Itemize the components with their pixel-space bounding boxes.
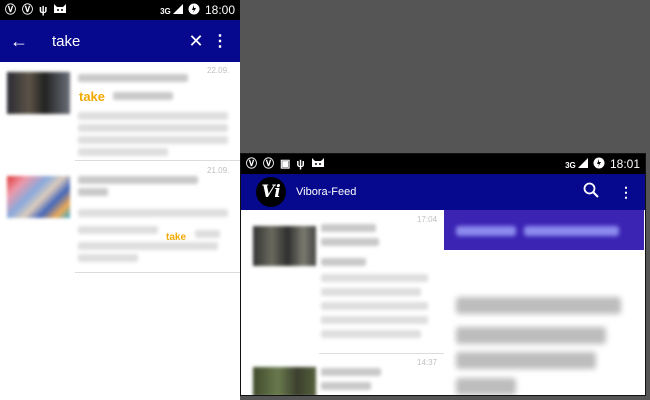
blurred-text [321,330,421,338]
more-vert-icon[interactable]: ⋮ [619,184,633,201]
usb-icon: ψ [296,157,305,170]
search-result-item[interactable]: 22.09. take [0,62,240,162]
blurred-text [195,230,220,238]
usb-icon: ψ [39,3,48,16]
more-vert-icon[interactable]: ⋮ [210,31,230,51]
status-bar: Ⓥ Ⓥ ψ 3G 18:00 [0,0,240,20]
blurred-text [78,74,188,82]
blurred-text [321,274,428,282]
blurred-text [321,238,379,246]
cat-icon [53,3,67,17]
signal-icon: 3G [565,158,588,170]
network-type: 3G [160,7,171,16]
status-time: 18:01 [609,157,640,171]
vibora-notification-icon: Ⓥ [5,3,16,16]
blurred-text [78,188,108,196]
blurred-text [78,254,138,262]
blurred-text [78,226,158,234]
right-phone-screen: Ⓥ Ⓥ ▣ ψ 3G 18:01 Vi Vibora-Feed ⋮ 17:04 [240,153,646,396]
back-arrow-icon[interactable]: ← [10,31,40,52]
blurred-text [321,224,376,232]
blurred-text [78,112,228,120]
blurred-text [321,382,371,390]
result-thumbnail [7,176,70,218]
vibora-notification-icon: Ⓥ [22,3,33,16]
status-bar: Ⓥ Ⓥ ▣ ψ 3G 18:01 [241,154,645,174]
feed-item-time: 17:04 [417,215,438,224]
blurred-text [321,288,421,296]
result-thumbnail [7,72,70,114]
blurred-text [78,136,228,144]
status-time: 18:00 [204,3,235,17]
blurred-text [78,176,198,184]
cat-icon [311,157,325,171]
blurred-headline [456,352,596,369]
feed-thumbnail [253,367,316,395]
search-toolbar: ← take ✕ ⋮ [0,20,240,62]
blurred-text [113,92,173,100]
blurred-text [78,148,168,156]
battery-icon [188,3,200,18]
vibora-notification-icon: Ⓥ [263,157,274,170]
blurred-headline [456,378,516,395]
close-icon[interactable]: ✕ [182,31,210,52]
search-icon[interactable] [583,182,599,202]
signal-icon: 3G [160,4,183,16]
search-highlight: take [79,89,106,104]
battery-icon [593,157,605,172]
feed-item-time: 14:37 [417,358,438,367]
search-input[interactable]: take [40,33,182,50]
blurred-text [321,368,381,376]
blurred-headline [456,297,621,314]
blurred-text [78,124,228,132]
app-title: Vibora-Feed [296,186,357,198]
blurred-text [321,258,366,266]
blurred-text [78,209,228,217]
app-toolbar: Vi Vibora-Feed ⋮ [241,174,645,210]
blurred-text [78,242,218,250]
divider [319,353,444,354]
network-type: 3G [565,161,576,170]
blurred-text [321,316,428,324]
result-date: 22.09. [207,66,230,75]
divider [75,272,240,273]
result-date: 21.09. [207,166,230,175]
divider [75,160,240,161]
search-result-item[interactable]: 21.09. take [0,164,240,264]
blurred-text [321,302,428,310]
blurred-headline [456,327,606,344]
feed-thumbnail [253,226,316,266]
image-icon: ▣ [280,157,291,170]
vibora-logo-icon: Vi [256,177,286,207]
vibora-notification-icon: Ⓥ [246,157,257,170]
article-banner [444,210,644,250]
left-phone-screen: Ⓥ Ⓥ ψ 3G 18:00 ← take ✕ ⋮ 22.09. take 21… [0,0,240,400]
